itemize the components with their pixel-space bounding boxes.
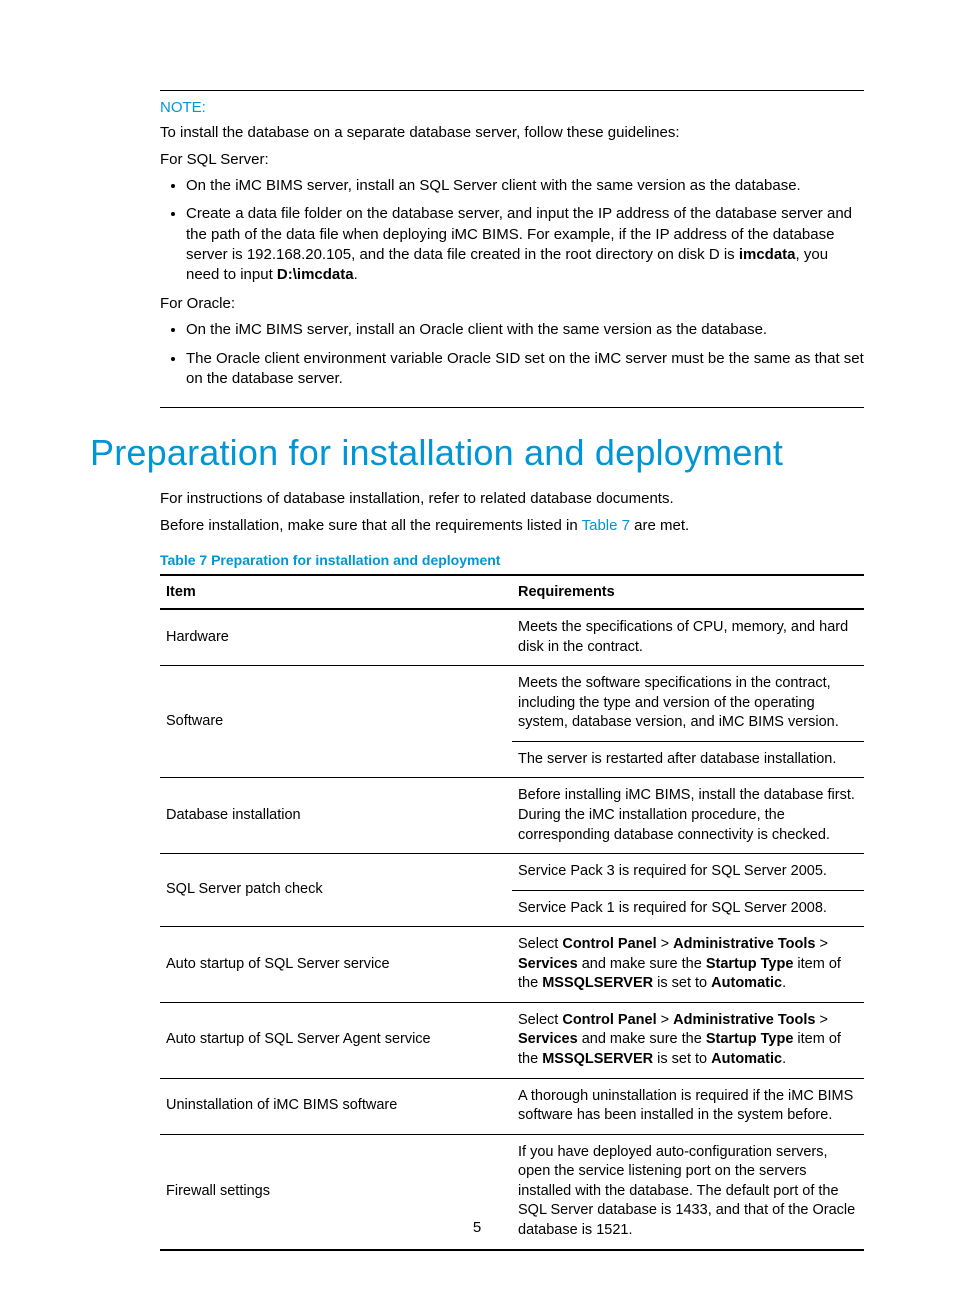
table-header-row: Item Requirements [160, 575, 864, 609]
text: > [657, 936, 674, 952]
text: Before installation, make sure that all … [160, 517, 582, 534]
table-row: SQL Server patch check Service Pack 3 is… [160, 854, 864, 891]
cell-item: Uninstallation of iMC BIMS software [160, 1078, 512, 1134]
paragraph: For instructions of database installatio… [160, 488, 864, 509]
bold-text: D:\imcdata [277, 266, 354, 283]
page-number: 5 [0, 1219, 954, 1236]
table-row: Hardware Meets the specifications of CPU… [160, 609, 864, 666]
bold-text: Startup Type [706, 956, 794, 972]
note-intro: To install the database on a separate da… [160, 122, 864, 143]
cell-item: Hardware [160, 609, 512, 666]
note-oracle-label: For Oracle: [160, 293, 864, 314]
table-link[interactable]: Table 7 [582, 517, 630, 534]
bold-text: Services [518, 956, 578, 972]
list-item: On the iMC BIMS server, install an SQL S… [186, 176, 864, 196]
cell-req: Service Pack 1 is required for SQL Serve… [512, 890, 864, 927]
cell-req: Select Control Panel > Administrative To… [512, 927, 864, 1003]
col-header-req: Requirements [512, 575, 864, 609]
bold-text: Services [518, 1031, 578, 1047]
text: and make sure the [578, 1031, 706, 1047]
text: . [782, 975, 786, 991]
bold-text: Automatic [711, 975, 782, 991]
text: and make sure the [578, 956, 706, 972]
table-row: Auto startup of SQL Server Agent service… [160, 1002, 864, 1078]
bold-text: Administrative Tools [673, 936, 815, 952]
document-page: NOTE: To install the database on a separ… [0, 0, 954, 1296]
text: > [815, 1012, 828, 1028]
list-item: On the iMC BIMS server, install an Oracl… [186, 320, 864, 340]
note-sql-label: For SQL Server: [160, 149, 864, 170]
cell-req: Service Pack 3 is required for SQL Serve… [512, 854, 864, 891]
text: is set to [653, 1051, 711, 1067]
text: > [657, 1012, 674, 1028]
bold-text: Automatic [711, 1051, 782, 1067]
text: . [782, 1051, 786, 1067]
text: Select [518, 936, 562, 952]
bold-text: Administrative Tools [673, 1012, 815, 1028]
requirements-table: Item Requirements Hardware Meets the spe… [160, 574, 864, 1251]
table-row: Database installation Before installing … [160, 778, 864, 854]
text: Select [518, 1012, 562, 1028]
note-oracle-list: On the iMC BIMS server, install an Oracl… [186, 320, 864, 389]
section-heading: Preparation for installation and deploym… [90, 432, 864, 474]
text: are met. [630, 517, 689, 534]
list-item: Create a data file folder on the databas… [186, 204, 864, 285]
cell-req: Meets the specifications of CPU, memory,… [512, 609, 864, 666]
bold-text: MSSQLSERVER [542, 975, 653, 991]
cell-req: The server is restarted after database i… [512, 741, 864, 778]
bold-text: Control Panel [562, 1012, 656, 1028]
cell-req: Meets the software specifications in the… [512, 666, 864, 742]
bold-text: Control Panel [562, 936, 656, 952]
list-item: The Oracle client environment variable O… [186, 349, 864, 390]
cell-req: A thorough uninstallation is required if… [512, 1078, 864, 1134]
section-body: For instructions of database installatio… [160, 488, 864, 1251]
col-header-item: Item [160, 575, 512, 609]
text: > [815, 936, 828, 952]
note-label: NOTE: [160, 99, 864, 116]
table-caption: Table 7 Preparation for installation and… [160, 552, 864, 568]
table-row: Software Meets the software specificatio… [160, 666, 864, 742]
cell-item: Auto startup of SQL Server service [160, 927, 512, 1003]
cell-item: Database installation [160, 778, 512, 854]
cell-req: Before installing iMC BIMS, install the … [512, 778, 864, 854]
note-box: NOTE: To install the database on a separ… [160, 90, 864, 408]
text: . [354, 266, 358, 283]
bold-text: imcdata [739, 246, 796, 263]
bold-text: MSSQLSERVER [542, 1051, 653, 1067]
note-sql-list: On the iMC BIMS server, install an SQL S… [186, 176, 864, 285]
paragraph: Before installation, make sure that all … [160, 515, 864, 536]
cell-item: SQL Server patch check [160, 854, 512, 927]
bold-text: Startup Type [706, 1031, 794, 1047]
text: is set to [653, 975, 711, 991]
cell-item: Software [160, 666, 512, 778]
table-row: Auto startup of SQL Server service Selec… [160, 927, 864, 1003]
cell-req: Select Control Panel > Administrative To… [512, 1002, 864, 1078]
table-row: Uninstallation of iMC BIMS software A th… [160, 1078, 864, 1134]
cell-item: Auto startup of SQL Server Agent service [160, 1002, 512, 1078]
